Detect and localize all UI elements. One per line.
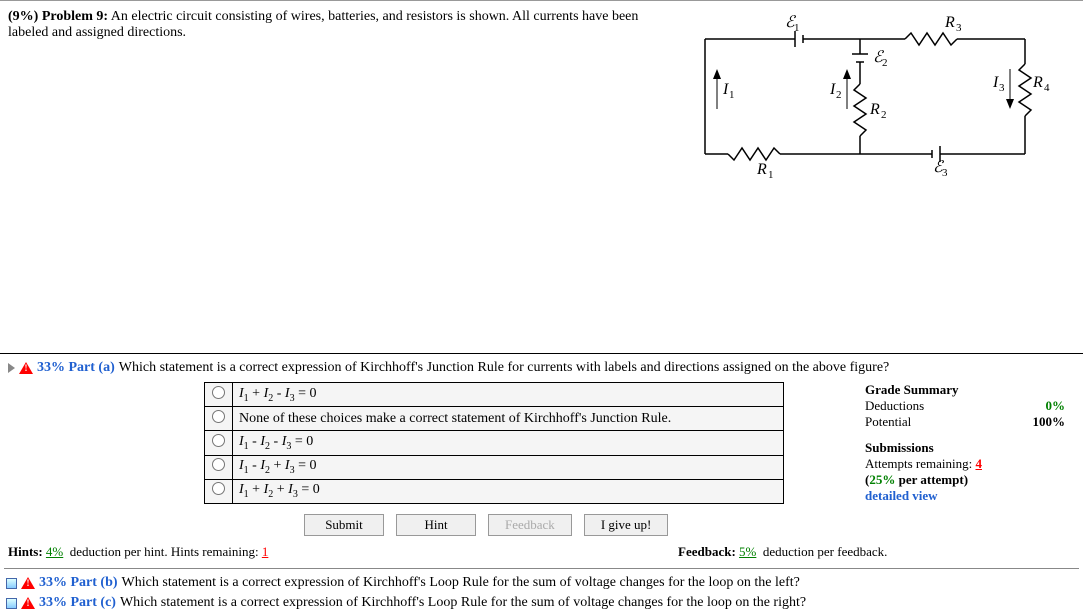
hint-button[interactable]: Hint (396, 514, 476, 536)
grade-summary: Grade Summary Deductions 0% Potential 100%… (865, 382, 1065, 504)
button-row: Submit Hint Feedback I give up! (4, 508, 1079, 542)
svg-text:2: 2 (836, 89, 842, 101)
hints-row: Hints: 4% deduction per hint. Hints rema… (4, 542, 1079, 569)
option-radio-2[interactable] (212, 434, 225, 447)
label-r3: R (944, 14, 955, 31)
potential-label: Potential (865, 414, 911, 430)
option-text-3[interactable]: I1 - I2 + I3 = 0 (233, 455, 784, 479)
svg-text:3: 3 (942, 167, 948, 179)
submit-button[interactable]: Submit (304, 514, 384, 536)
options-table: I1 + I2 - I3 = 0 None of these choices m… (204, 382, 784, 504)
svg-text:3: 3 (999, 82, 1005, 94)
deductions-label: Deductions (865, 398, 924, 414)
label-i1: I (722, 81, 729, 98)
submissions-title: Submissions (865, 440, 1065, 456)
svg-text:3: 3 (956, 22, 962, 34)
label-r2: R (869, 101, 880, 118)
part-b-row[interactable]: ! 33% Part (b) Which statement is a corr… (0, 573, 1083, 593)
svg-text:1: 1 (794, 22, 800, 34)
option-radio-3[interactable] (212, 458, 225, 471)
option-text-1[interactable]: None of these choices make a correct sta… (233, 407, 784, 431)
part-b-question: Which statement is a correct expression … (122, 575, 800, 591)
attempts-link[interactable]: 4 (975, 456, 982, 471)
label-r1: R (756, 161, 767, 178)
warning-icon: ! (21, 597, 35, 609)
per-attempt: (25% per attempt) (865, 472, 1065, 488)
option-radio-4[interactable] (212, 482, 225, 495)
giveup-button[interactable]: I give up! (584, 514, 669, 536)
problem-header: (9%) Problem 9: An electric circuit cons… (0, 5, 1083, 193)
label-r4: R (1032, 74, 1043, 91)
part-a-label: 33% Part (a) (37, 360, 115, 376)
svg-text:2: 2 (881, 109, 887, 121)
part-c-row[interactable]: ! 33% Part (c) Which statement is a corr… (0, 593, 1083, 613)
feedback-button[interactable]: Feedback (488, 514, 572, 536)
attempts-remaining: Attempts remaining: 4 (865, 456, 1065, 472)
hints-text: deduction per hint. Hints remaining: (67, 544, 259, 559)
part-a-question: Which statement is a correct expression … (119, 360, 889, 376)
option-radio-0[interactable] (212, 386, 225, 399)
part-c-label: 33% Part (c) (39, 595, 116, 611)
option-radio-1[interactable] (212, 410, 225, 423)
circuit-diagram: ℰ1 ℰ2 ℰ3 R1 R2 R3 R4 I1 I2 I3 (675, 9, 1075, 189)
svg-text:1: 1 (768, 169, 774, 179)
detailed-view-link[interactable]: detailed view (865, 488, 1065, 504)
problem-text: (9%) Problem 9: An electric circuit cons… (8, 9, 658, 41)
label-i2: I (829, 81, 836, 98)
part-c-question: Which statement is a correct expression … (120, 595, 806, 611)
warning-icon: ! (21, 577, 35, 589)
hints-pct[interactable]: 4% (46, 544, 63, 559)
expand-icon[interactable] (8, 363, 15, 373)
feedback-label: Feedback: (678, 544, 736, 559)
svg-text:1: 1 (729, 89, 735, 101)
deductions-value: 0% (1046, 398, 1066, 414)
part-b-label: 33% Part (b) (39, 575, 118, 591)
part-a-header: ! 33% Part (a) Which statement is a corr… (4, 358, 1079, 378)
hints-label: Hints: (8, 544, 43, 559)
problem-weight: (9%) (8, 9, 38, 24)
expand-square-icon[interactable] (6, 578, 17, 589)
feedback-text: deduction per feedback. (760, 544, 888, 559)
part-a-section: ! 33% Part (a) Which statement is a corr… (0, 353, 1083, 573)
svg-text:2: 2 (882, 57, 888, 69)
potential-value: 100% (1033, 414, 1066, 430)
option-text-2[interactable]: I1 - I2 - I3 = 0 (233, 431, 784, 455)
option-text-4[interactable]: I1 + I2 + I3 = 0 (233, 479, 784, 503)
svg-text:4: 4 (1044, 82, 1050, 94)
label-i3: I (992, 74, 999, 91)
problem-title: Problem 9: (42, 9, 108, 24)
expand-square-icon[interactable] (6, 598, 17, 609)
feedback-pct[interactable]: 5% (739, 544, 756, 559)
option-text-0[interactable]: I1 + I2 - I3 = 0 (233, 383, 784, 407)
hints-remaining[interactable]: 1 (262, 544, 269, 559)
grade-title: Grade Summary (865, 382, 1065, 398)
warning-icon: ! (19, 362, 33, 374)
